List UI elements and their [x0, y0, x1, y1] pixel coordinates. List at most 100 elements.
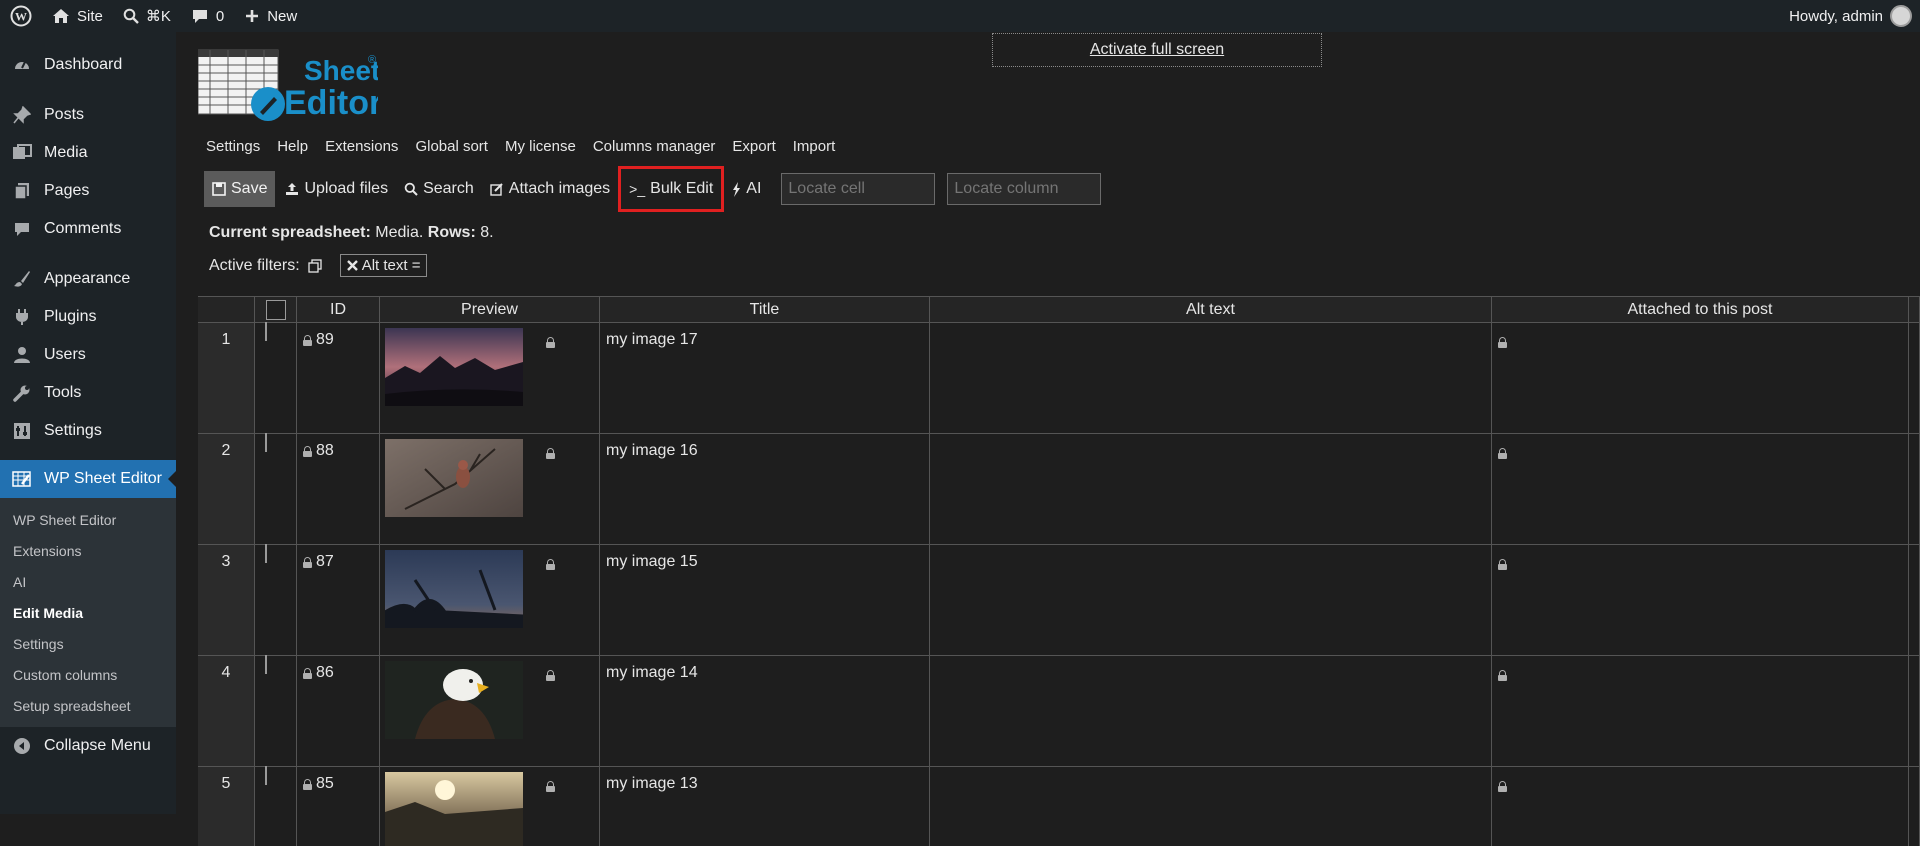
- menu-media[interactable]: Media: [0, 134, 176, 172]
- row-number: 3: [198, 545, 255, 655]
- attached-post-cell[interactable]: [1492, 767, 1909, 846]
- copy-icon[interactable]: [308, 258, 322, 273]
- comments-link[interactable]: 0: [181, 0, 234, 32]
- preview-thumbnail[interactable]: [385, 550, 523, 628]
- alt-text-cell[interactable]: [930, 323, 1492, 433]
- overflow-cell: [1909, 656, 1920, 766]
- alt-text-cell[interactable]: [930, 545, 1492, 655]
- logo-sheet: Sheet: [304, 55, 378, 86]
- preview-cell[interactable]: [380, 434, 600, 544]
- id-value: 89: [316, 331, 334, 348]
- id-cell[interactable]: 87: [297, 545, 380, 655]
- row-checkbox[interactable]: [265, 322, 267, 341]
- menu-settings[interactable]: Settings: [0, 412, 176, 450]
- search-button[interactable]: Search: [396, 171, 482, 207]
- save-button[interactable]: Save: [204, 171, 276, 207]
- id-cell[interactable]: 89: [297, 323, 380, 433]
- preview-thumbnail[interactable]: [385, 328, 523, 406]
- row-checkbox[interactable]: [265, 655, 267, 674]
- row-checkbox[interactable]: [265, 433, 267, 452]
- menu-columns-manager-link[interactable]: Columns manager: [593, 138, 716, 155]
- id-cell[interactable]: 85: [297, 767, 380, 846]
- table-row: 1 89 my image 17: [198, 322, 1920, 434]
- menu-comments[interactable]: Comments: [0, 210, 176, 248]
- menu-import-link[interactable]: Import: [793, 138, 836, 155]
- id-cell[interactable]: 86: [297, 656, 380, 766]
- menu-users[interactable]: Users: [0, 336, 176, 374]
- attached-post-cell[interactable]: [1492, 434, 1909, 544]
- id-value: 85: [316, 775, 334, 792]
- search-shortcut: ⌘K: [145, 8, 171, 25]
- site-link[interactable]: Site: [42, 0, 113, 32]
- wordpress-logo[interactable]: W: [0, 0, 42, 32]
- title-cell[interactable]: my image 16: [600, 434, 930, 544]
- menu-tools[interactable]: Tools: [0, 374, 176, 412]
- upload-files-button[interactable]: Upload files: [277, 171, 396, 207]
- row-checkbox[interactable]: [265, 766, 267, 785]
- menu-my-license-link[interactable]: My license: [505, 138, 576, 155]
- header-alt-text[interactable]: Alt text: [930, 297, 1492, 322]
- preview-cell[interactable]: [380, 323, 600, 433]
- title-cell[interactable]: my image 17: [600, 323, 930, 433]
- menu-posts[interactable]: Posts: [0, 96, 176, 134]
- submenu-setup-spreadsheet[interactable]: Setup spreadsheet: [0, 690, 176, 721]
- title-cell[interactable]: my image 14: [600, 656, 930, 766]
- submenu-custom-columns[interactable]: Custom columns: [0, 659, 176, 690]
- menu-label: Users: [44, 346, 86, 363]
- submenu-settings[interactable]: Settings: [0, 628, 176, 659]
- attach-label: Attach images: [508, 180, 611, 197]
- submenu-edit-media[interactable]: Edit Media: [0, 597, 176, 628]
- select-all-checkbox[interactable]: [265, 299, 286, 320]
- preview-cell[interactable]: [380, 656, 600, 766]
- menu-wp-sheet-editor[interactable]: WP Sheet Editor: [0, 460, 176, 498]
- bulk-edit-button[interactable]: >_ Bulk Edit: [618, 166, 725, 212]
- attached-post-cell[interactable]: [1492, 545, 1909, 655]
- menu-pages[interactable]: Pages: [0, 172, 176, 210]
- attach-images-button[interactable]: Attach images: [482, 171, 618, 207]
- new-content[interactable]: New: [234, 0, 307, 32]
- header-preview[interactable]: Preview: [380, 297, 600, 322]
- preview-cell[interactable]: [380, 545, 600, 655]
- id-cell[interactable]: 88: [297, 434, 380, 544]
- title-cell[interactable]: my image 15: [600, 545, 930, 655]
- menu-global-sort-link[interactable]: Global sort: [415, 138, 488, 155]
- title-cell[interactable]: my image 13: [600, 767, 930, 846]
- menu-export-link[interactable]: Export: [732, 138, 775, 155]
- row-checkbox[interactable]: [265, 544, 267, 563]
- preview-thumbnail[interactable]: [385, 772, 523, 846]
- locate-cell-input[interactable]: [781, 173, 936, 205]
- alt-text-cell[interactable]: [930, 767, 1492, 846]
- filter-tag-alt-text[interactable]: Alt text =: [339, 254, 428, 277]
- menu-appearance[interactable]: Appearance: [0, 260, 176, 298]
- menu-plugins[interactable]: Plugins: [0, 298, 176, 336]
- locate-column-input[interactable]: [947, 173, 1102, 205]
- activate-fullscreen-button[interactable]: Activate full screen: [992, 33, 1322, 67]
- my-account[interactable]: Howdy, admin: [1779, 0, 1920, 32]
- submenu-extensions[interactable]: Extensions: [0, 535, 176, 566]
- header-title[interactable]: Title: [600, 297, 930, 322]
- preview-thumbnail[interactable]: [385, 439, 523, 517]
- alt-text-cell[interactable]: [930, 434, 1492, 544]
- spreadsheet-icon: [12, 470, 32, 488]
- header-overflow-cell: [1909, 297, 1920, 322]
- close-icon[interactable]: [346, 260, 358, 271]
- menu-dashboard[interactable]: Dashboard: [0, 46, 176, 84]
- alt-text-cell[interactable]: [930, 656, 1492, 766]
- collapse-menu-button[interactable]: Collapse Menu: [0, 727, 176, 765]
- grid-header-row: ID Preview Title Alt text Attached to th…: [198, 297, 1920, 323]
- submenu-wp-sheet-editor[interactable]: WP Sheet Editor: [0, 504, 176, 535]
- command-search[interactable]: ⌘K: [113, 0, 181, 32]
- attached-post-cell[interactable]: [1492, 656, 1909, 766]
- header-attached-to-post[interactable]: Attached to this post: [1492, 297, 1909, 322]
- submenu-ai[interactable]: AI: [0, 566, 176, 597]
- header-id[interactable]: ID: [297, 297, 380, 322]
- ai-button[interactable]: AI: [724, 171, 769, 207]
- preview-thumbnail[interactable]: [385, 661, 523, 739]
- menu-label: Media: [44, 144, 88, 161]
- menu-extensions-link[interactable]: Extensions: [325, 138, 398, 155]
- menu-settings-link[interactable]: Settings: [206, 138, 260, 155]
- menu-help-link[interactable]: Help: [277, 138, 308, 155]
- preview-cell[interactable]: [380, 767, 600, 846]
- lock-icon: [1498, 559, 1507, 570]
- attached-post-cell[interactable]: [1492, 323, 1909, 433]
